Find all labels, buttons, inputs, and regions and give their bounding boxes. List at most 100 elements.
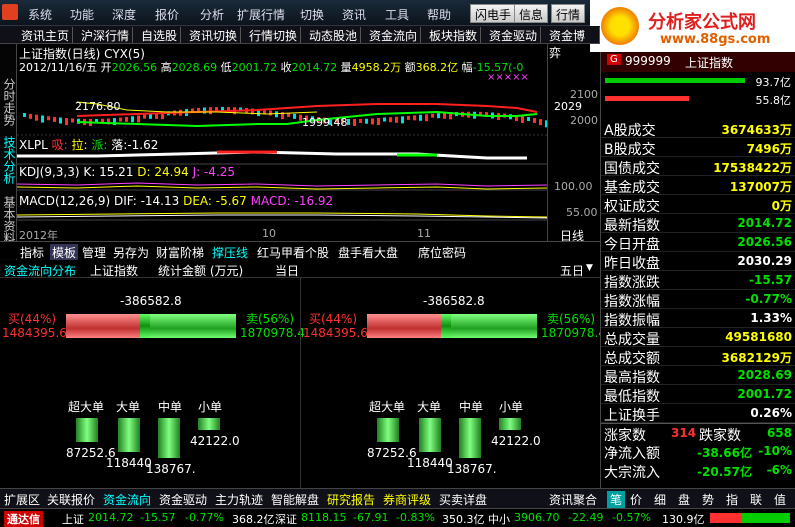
- stat-label: 指数涨跌: [604, 275, 660, 291]
- menu-switch[interactable]: 切换: [300, 6, 324, 23]
- up-volume-value: 93.7亿: [755, 76, 792, 89]
- stat-label: 今日开盘: [604, 237, 660, 253]
- sz-change: -67.91: [353, 511, 389, 524]
- btab-price[interactable]: 价: [630, 491, 642, 508]
- menu-ext-quotes[interactable]: 扩展行情: [237, 6, 285, 23]
- candle: [23, 113, 26, 117]
- stat-row: 权证成交 0万: [601, 195, 795, 215]
- btab-related[interactable]: 关联报价: [47, 491, 95, 508]
- btab-link[interactable]: 联: [750, 491, 762, 508]
- kline-chart-area[interactable]: 上证指数(日线) CYX(5) 2012/11/16/五 开2026.56 高2…: [17, 44, 547, 244]
- stat-value: 2001.72: [737, 387, 792, 401]
- subtab-support-resistance[interactable]: 撑压线: [212, 244, 248, 261]
- buy-label: 买(44%): [8, 312, 57, 326]
- netflow-value: -38.66亿: [697, 446, 752, 460]
- btab-fund-drive[interactable]: 资金驱动: [159, 491, 207, 508]
- btab-index[interactable]: 指: [726, 491, 738, 508]
- subtab-wealth-ladder[interactable]: 财富阶梯: [156, 244, 204, 261]
- side-tab-fundamentals[interactable]: 基本资料: [2, 196, 16, 244]
- fund-flow-five-day[interactable]: 五日: [560, 262, 584, 279]
- tab-dynamic-pool[interactable]: 动态股池: [306, 27, 362, 43]
- netflow-label: 净流入额: [604, 446, 660, 462]
- menu-news[interactable]: 资讯: [342, 6, 366, 23]
- tab-fund-game[interactable]: 资金博弈: [546, 27, 600, 60]
- stat-row: B股成交 7496万: [601, 138, 795, 158]
- btab-broker-rating[interactable]: 券商评级: [383, 491, 431, 508]
- stat-row: 最高指数 2028.69: [601, 366, 795, 386]
- function-tabs: 资讯主页 沪深行情 自选股 资讯切换 行情切换 动态股池 资金流向 板块指数 资…: [0, 26, 600, 60]
- menu-function[interactable]: 功能: [70, 6, 94, 23]
- tab-fund-flow[interactable]: 资金流向: [366, 27, 422, 43]
- subtab-manage[interactable]: 管理: [82, 244, 106, 261]
- bar-label-s: 小单: [198, 400, 223, 414]
- menu-depth[interactable]: 深度: [112, 6, 136, 23]
- subtab-indicators[interactable]: 指标: [20, 244, 44, 261]
- tab-sector-index[interactable]: 板块指数: [426, 27, 482, 43]
- tab-news-switch[interactable]: 资讯切换: [186, 27, 242, 43]
- subtab-red-vest[interactable]: 红马甲看个股: [257, 244, 329, 261]
- stat-value: 2030.29: [737, 254, 792, 268]
- tab-fund-drive[interactable]: 资金驱动: [486, 27, 542, 43]
- macd-dea: DEA: -5.67: [183, 194, 247, 208]
- side-tab-intraday[interactable]: 分时走势: [2, 78, 16, 126]
- menu-tools[interactable]: 工具: [385, 6, 409, 23]
- candle: [53, 116, 56, 122]
- candle: [143, 114, 146, 119]
- tab-watchlist[interactable]: 自选股: [138, 27, 182, 43]
- tab-sh-sz-quotes[interactable]: 沪深行情: [78, 27, 134, 43]
- tab-quote-switch[interactable]: 行情切换: [246, 27, 302, 43]
- btab-news-aggregate[interactable]: 资讯聚合: [549, 491, 597, 508]
- tab-news-home[interactable]: 资讯主页: [18, 27, 74, 43]
- updown-row: 涨家数 314 跌家数 658: [601, 423, 795, 444]
- menu-quote[interactable]: 报价: [155, 6, 179, 23]
- subtab-save-as[interactable]: 另存为: [113, 244, 149, 261]
- flash-trade-button[interactable]: 闪电手: [470, 4, 517, 23]
- subtab-seat-code[interactable]: 席位密码: [418, 244, 466, 261]
- dropdown-icon[interactable]: ▼: [586, 263, 593, 273]
- menu-system[interactable]: 系统: [28, 6, 52, 23]
- quotes-button[interactable]: 行情: [551, 4, 586, 23]
- up-volume-bar: [605, 78, 745, 83]
- netflow-pct: -10%: [758, 444, 792, 458]
- bottom-tabs: 扩展区 关联报价 资金流向 资金驱动 主力轨迹 智能解盘 研究报告 券商评级 买…: [0, 488, 795, 508]
- candle: [521, 115, 524, 123]
- buy-bar-5d: [367, 314, 441, 338]
- btab-ticks[interactable]: 笔: [607, 491, 626, 508]
- kdj-name: KDJ(9,3,3): [19, 165, 80, 179]
- btab-fund-flow[interactable]: 资金流向: [103, 491, 151, 508]
- fund-flow-today[interactable]: 当日: [275, 262, 299, 279]
- candle: [431, 113, 434, 118]
- index-code-row: G 999999 上证指数: [601, 52, 795, 72]
- stat-value: 2026.56: [737, 235, 792, 249]
- btab-main-track[interactable]: 主力轨迹: [215, 491, 263, 508]
- menu-help[interactable]: 帮助: [427, 6, 451, 23]
- net-flow-value: -386582.8: [120, 294, 182, 308]
- stat-value: 49581680: [725, 330, 792, 344]
- btab-detail[interactable]: 细: [654, 491, 666, 508]
- candle: [137, 115, 140, 123]
- candle: [407, 115, 410, 120]
- menu-analysis[interactable]: 分析: [200, 6, 224, 23]
- fund-flow-index[interactable]: 上证指数: [90, 262, 138, 279]
- macd-name: MACD(12,26,9): [19, 194, 111, 208]
- down-volume-value: 55.8亿: [755, 94, 792, 107]
- kdj-legend: KDJ(9,3,3) K: 15.21 D: 24.94 J: -4.25: [19, 165, 235, 179]
- side-tab-technical[interactable]: 技术分析: [2, 136, 16, 184]
- btab-extend[interactable]: 扩展区: [4, 491, 40, 508]
- btab-trade-detail[interactable]: 买卖详盘: [439, 491, 487, 508]
- tdx-logo: 通达信: [4, 511, 43, 527]
- high-mark: 2176.80: [75, 100, 121, 113]
- subtab-template[interactable]: 模板: [50, 244, 79, 261]
- subtab-trader-view[interactable]: 盘手看大盘: [338, 244, 398, 261]
- candle: [125, 116, 128, 122]
- block-flow-value: -20.57亿: [697, 465, 752, 479]
- info-button[interactable]: 信息: [514, 4, 549, 23]
- btab-smart-analysis[interactable]: 智能解盘: [271, 491, 319, 508]
- btab-value[interactable]: 值: [774, 491, 786, 508]
- btab-trend[interactable]: 势: [702, 491, 714, 508]
- stat-row: 最新指数 2014.72: [601, 214, 795, 234]
- buy-label-5d: 买(44%): [309, 312, 358, 326]
- btab-book[interactable]: 盘: [678, 491, 690, 508]
- axis-2100: 2100: [570, 88, 598, 101]
- btab-research[interactable]: 研究报告: [327, 491, 375, 508]
